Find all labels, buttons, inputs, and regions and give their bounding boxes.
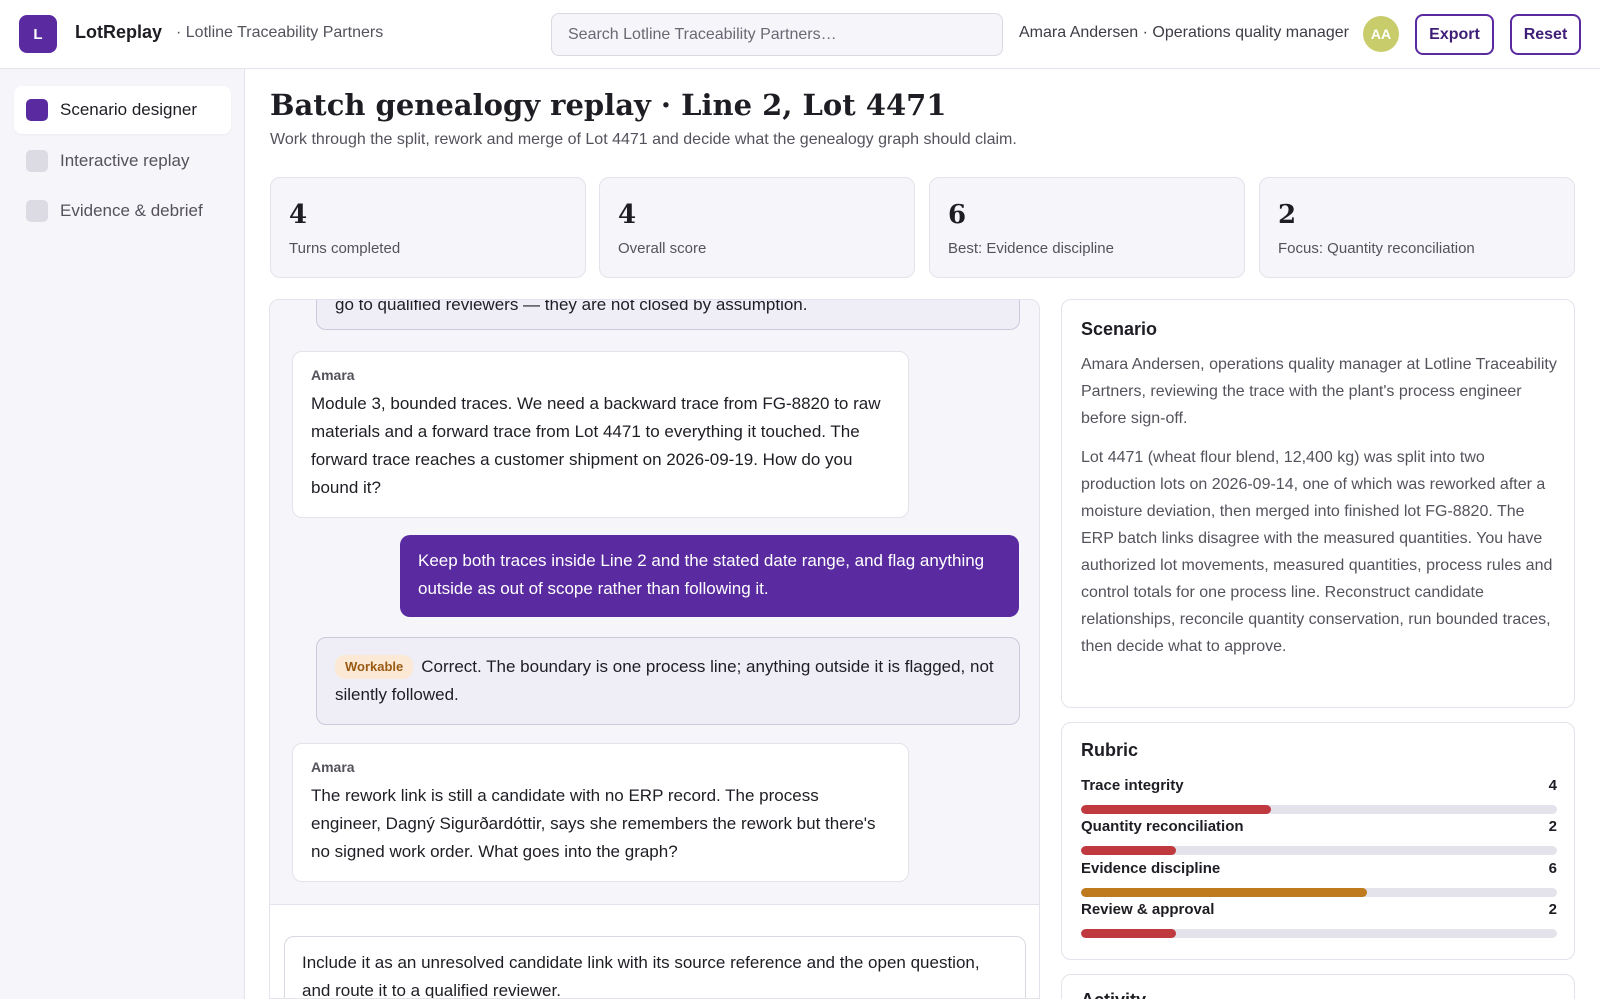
- search-placeholder: Search Lotline Traceability Partners…: [568, 25, 837, 43]
- scenario-body: Lot 4471 (wheat flour blend, 12,400 kg) …: [1081, 449, 1553, 655]
- user-message: Keep both traces inside Line 2 and the s…: [400, 535, 1019, 617]
- rubric-card: Rubric Trace integrity 4 Quantity reconc…: [1061, 722, 1575, 960]
- stat-value: 4: [618, 200, 637, 230]
- amara-message: Amara Module 3, bounded traces. We need …: [292, 351, 909, 518]
- rubric-bar-fill: [1081, 846, 1177, 855]
- top-bar: L LotReplay · Lotline Traceability Partn…: [0, 0, 1600, 69]
- speaker-name: Amara: [311, 759, 355, 775]
- chat-transcript[interactable]: go to qualified reviewers — they are not…: [269, 299, 1040, 999]
- search-input[interactable]: Search Lotline Traceability Partners…: [551, 13, 1003, 56]
- app-logo[interactable]: L: [19, 15, 57, 53]
- message-text: The rework link is still a candidate wit…: [311, 786, 876, 861]
- stat-card-overall-score: 4 Overall score: [599, 177, 915, 278]
- rubric-name: Review & approval: [1081, 901, 1215, 918]
- message-text: Correct. The boundary is one process lin…: [335, 657, 994, 704]
- stat-label: Best: Evidence discipline: [948, 240, 1114, 257]
- stat-value: 4: [289, 200, 308, 230]
- rubric-value: 2: [1548, 901, 1557, 918]
- feedback-message: go to qualified reviewers — they are not…: [316, 299, 1020, 330]
- sidebar-item-label: Interactive replay: [60, 151, 190, 170]
- sidebar-item-label: Scenario designer: [60, 100, 198, 119]
- rubric-value: 6: [1548, 860, 1557, 877]
- workable-badge: Workable: [335, 655, 414, 679]
- page-subtitle: Work through the split, rework and merge…: [270, 131, 1017, 148]
- scenario-designer-icon: [26, 99, 48, 121]
- page-title: Batch genealogy replay · Line 2, Lot 447…: [270, 88, 947, 122]
- sidebar-item-scenario-designer[interactable]: Scenario designer: [14, 86, 231, 134]
- rubric-bar: [1081, 929, 1557, 938]
- rubric-bar-fill: [1081, 805, 1272, 814]
- speaker-name: Amara: [311, 367, 355, 383]
- stat-label: Turns completed: [289, 240, 401, 257]
- stat-card-best: 6 Best: Evidence discipline: [929, 177, 1245, 278]
- org-name: · Lotline Traceability Partners: [176, 24, 384, 41]
- amara-message: Amara The rework link is still a candida…: [292, 743, 909, 882]
- app-name: LotReplay: [75, 22, 163, 42]
- rubric-bar: [1081, 805, 1557, 814]
- scenario-title: Scenario: [1081, 319, 1158, 339]
- rubric-bar: [1081, 846, 1557, 855]
- sidebar-item-evidence-debrief[interactable]: Evidence & debrief: [14, 187, 231, 235]
- activity-card: Activity: [1061, 974, 1575, 999]
- compose-area: Include it as an unresolved candidate li…: [270, 904, 1039, 998]
- rubric-value: 2: [1548, 818, 1557, 835]
- avatar[interactable]: AA: [1363, 16, 1399, 52]
- rubric-value: 4: [1548, 777, 1557, 794]
- stat-card-turns: 4 Turns completed: [270, 177, 586, 278]
- message-text: Module 3, bounded traces. We need a back…: [311, 394, 881, 497]
- sidebar: Scenario designer Interactive replay Evi…: [0, 69, 245, 999]
- interactive-replay-icon: [26, 150, 48, 172]
- scenario-intro: Amara Andersen, operations quality manag…: [1081, 356, 1557, 427]
- sidebar-item-label: Evidence & debrief: [60, 201, 203, 220]
- activity-title: Activity: [1081, 990, 1146, 999]
- sidebar-item-interactive-replay[interactable]: Interactive replay: [14, 137, 231, 185]
- stat-value: 6: [948, 200, 967, 230]
- export-button[interactable]: Export: [1415, 14, 1494, 55]
- message-text: Keep both traces inside Line 2 and the s…: [418, 551, 985, 598]
- rubric-bar-fill: [1081, 888, 1367, 897]
- scenario-card: Scenario Amara Andersen, operations qual…: [1061, 299, 1575, 708]
- stat-label: Focus: Quantity reconciliation: [1278, 240, 1475, 257]
- user-name: Amara Andersen · Operations quality mana…: [1019, 24, 1349, 41]
- rubric-name: Evidence discipline: [1081, 860, 1221, 877]
- evidence-debrief-icon: [26, 200, 48, 222]
- stat-label: Overall score: [618, 240, 707, 257]
- reset-button[interactable]: Reset: [1510, 14, 1581, 55]
- rubric-name: Quantity reconciliation: [1081, 818, 1244, 835]
- rubric-bar-fill: [1081, 929, 1177, 938]
- reply-input[interactable]: Include it as an unresolved candidate li…: [284, 936, 1026, 998]
- rubric-title: Rubric: [1081, 740, 1139, 760]
- stat-value: 2: [1278, 200, 1297, 230]
- feedback-message: Workable Correct. The boundary is one pro…: [316, 637, 1020, 725]
- message-text: go to qualified reviewers — they are not…: [335, 299, 808, 314]
- stat-card-focus: 2 Focus: Quantity reconciliation: [1259, 177, 1575, 278]
- rubric-bar: [1081, 888, 1557, 897]
- rubric-name: Trace integrity: [1081, 777, 1184, 794]
